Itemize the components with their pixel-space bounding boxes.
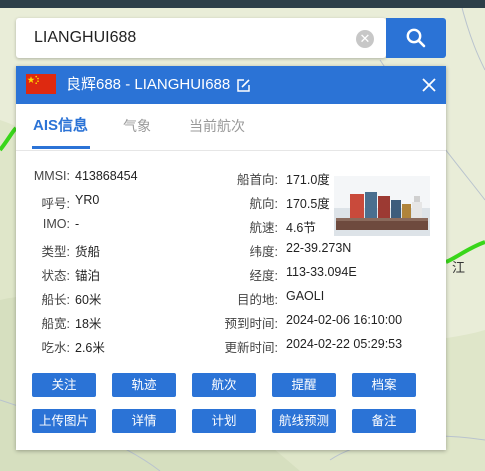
tab-ais-info[interactable]: AIS信息 [33, 104, 88, 150]
active-tab-indicator [32, 146, 90, 149]
updated-value: 2024-02-22 05:29:53 [286, 337, 403, 351]
search-icon [406, 28, 426, 48]
beam-label: 船宽: [41, 317, 70, 331]
close-circle-icon[interactable]: ✕ [356, 30, 374, 48]
mmsi-value: 413868454 [75, 169, 138, 183]
length-value: 60米 [75, 293, 102, 307]
close-icon[interactable] [420, 76, 438, 94]
status-value: 锚泊 [75, 269, 101, 283]
course-value: 170.5度 [286, 197, 330, 211]
draft-label: 吃水: [41, 341, 70, 355]
status-label: 状态: [41, 269, 70, 283]
map-top-strip [0, 0, 485, 8]
length-label: 船长: [41, 293, 70, 307]
type-value: 货船 [75, 245, 101, 259]
panel-header: 良辉688 - LIANGHUI688 [16, 66, 446, 104]
longitude-value: 113-33.094E [286, 265, 357, 279]
follow-button[interactable]: 关注 [32, 373, 96, 397]
latitude-label: 纬度: [249, 245, 278, 259]
callsign-label: 呼号: [41, 197, 70, 211]
mmsi-label: MMSI: [33, 169, 70, 183]
eta-value: 2024-02-06 16:10:00 [286, 313, 403, 327]
ship-info-panel: 良辉688 - LIANGHUI688 AIS信息 气象 当前航次 MMSI: … [16, 66, 446, 450]
destination-label: 目的地: [237, 293, 278, 307]
beam-value: 18米 [75, 317, 102, 331]
search-input[interactable] [16, 18, 346, 58]
ship-title: 良辉688 - LIANGHUI688 [66, 76, 231, 93]
tab-weather[interactable]: 气象 [123, 104, 151, 150]
latitude-value: 22-39.273N [286, 241, 352, 255]
draft-value: 2.6米 [75, 341, 105, 355]
ship-photo[interactable] [334, 176, 430, 236]
upload-image-button[interactable]: 上传图片 [32, 409, 96, 433]
eta-label: 预到时间: [224, 317, 278, 331]
track-button[interactable]: 轨迹 [112, 373, 176, 397]
updated-label: 更新时间: [224, 341, 278, 355]
speed-value: 4.6节 [286, 221, 316, 235]
route-prediction-button[interactable]: 航线预测 [272, 409, 336, 433]
course-label: 航向: [249, 197, 278, 211]
speed-label: 航速: [249, 221, 278, 235]
imo-value: - [75, 217, 80, 231]
details-button[interactable]: 详情 [112, 409, 176, 433]
tab-bar: AIS信息 气象 当前航次 [16, 104, 446, 151]
longitude-label: 经度: [249, 269, 278, 283]
imo-label: IMO: [42, 217, 70, 231]
archive-button[interactable]: 档案 [352, 373, 416, 397]
tab-current-voyage[interactable]: 当前航次 [189, 104, 245, 150]
china-flag-icon [26, 74, 56, 94]
heading-label: 船首向: [237, 173, 278, 187]
callsign-value: YR0 [75, 193, 100, 207]
voyage-button[interactable]: 航次 [192, 373, 256, 397]
edit-icon[interactable] [236, 78, 251, 93]
notes-button[interactable]: 备注 [352, 409, 416, 433]
search-box: ✕ [16, 18, 386, 58]
plan-button[interactable]: 计划 [192, 409, 256, 433]
destination-value: GAOLI [286, 289, 325, 303]
map-place-label: 江 [452, 260, 465, 275]
heading-value: 171.0度 [286, 173, 330, 187]
type-label: 类型: [41, 245, 70, 259]
reminder-button[interactable]: 提醒 [272, 373, 336, 397]
search-button[interactable] [386, 18, 446, 58]
